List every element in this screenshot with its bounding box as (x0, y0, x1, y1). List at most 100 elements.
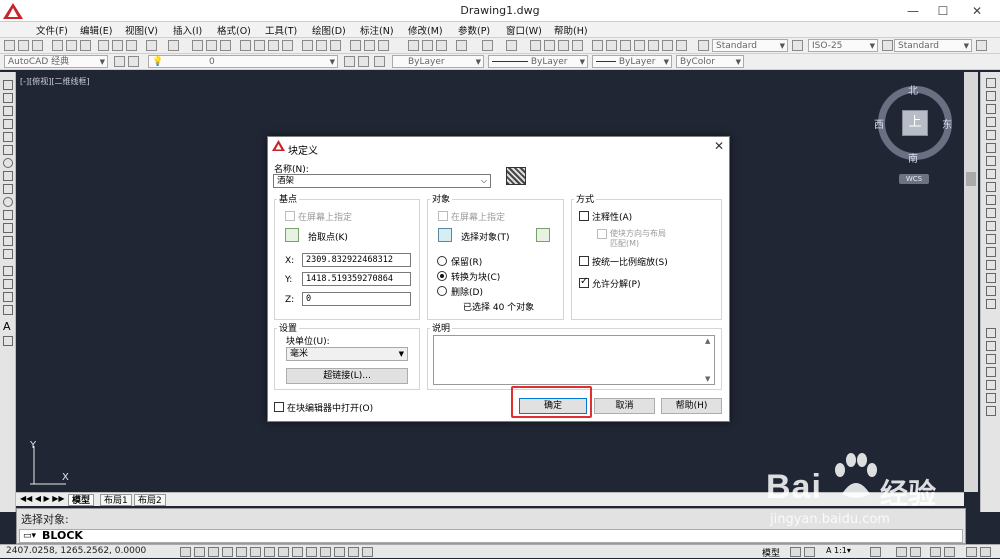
publish-icon[interactable] (80, 40, 91, 51)
layer-previous-icon[interactable] (358, 56, 369, 67)
plotstyle-select[interactable]: ByColor ▼ (676, 55, 744, 68)
extend-icon[interactable] (986, 208, 996, 218)
selection-cycling-icon[interactable] (362, 547, 373, 557)
tab-nav-arrows[interactable]: ◀◀ ◀ ▶ ▶▶ (20, 494, 65, 503)
undo-icon[interactable] (146, 40, 157, 51)
sheet-set-icon[interactable] (634, 40, 645, 51)
point-icon[interactable] (3, 249, 13, 259)
undo-icon-2[interactable] (482, 40, 493, 51)
snap-icon[interactable] (194, 547, 205, 557)
explode-icon[interactable] (986, 299, 996, 309)
move-icon[interactable] (986, 143, 996, 153)
zoom-icon[interactable] (206, 40, 217, 51)
layer-manager-icon[interactable] (128, 56, 139, 67)
pan-icon-2[interactable] (530, 40, 541, 51)
minimize-button[interactable]: — (898, 0, 928, 22)
3dosnap-icon[interactable] (264, 547, 275, 557)
gradient-icon[interactable] (3, 279, 13, 289)
lineweight-icon[interactable] (320, 547, 331, 557)
workspace-select[interactable]: AutoCAD 经典 ▼ (4, 55, 108, 68)
infer-constraints-icon[interactable] (180, 547, 191, 557)
text-front-icon[interactable] (986, 393, 996, 403)
offset-icon[interactable] (986, 117, 996, 127)
copy-object-icon[interactable] (986, 91, 996, 101)
open-icon[interactable] (18, 40, 29, 51)
table-style-select[interactable]: Standard ▼ (894, 39, 972, 52)
multileader-style-icon[interactable] (976, 40, 987, 51)
erase-icon[interactable] (986, 78, 996, 88)
array-icon[interactable] (986, 130, 996, 140)
copy-icon-2[interactable] (422, 40, 433, 51)
print-icon-2[interactable] (350, 40, 361, 51)
rectangle-icon[interactable] (3, 132, 13, 142)
open-in-editor-checkbox[interactable] (274, 402, 284, 412)
scale-uniformly-checkbox[interactable] (579, 256, 589, 266)
help-icon[interactable] (282, 40, 293, 51)
help-icon-2[interactable] (676, 40, 687, 51)
quick-view-drawings-icon[interactable] (804, 547, 815, 557)
new-icon-2[interactable] (302, 40, 313, 51)
block-name-combobox[interactable]: 酒架 ⌵ (273, 174, 491, 188)
clean-screen-icon[interactable] (980, 547, 991, 557)
polar-icon[interactable] (236, 547, 247, 557)
text-style-icon[interactable] (698, 40, 709, 51)
mirror-icon[interactable] (986, 104, 996, 114)
menu-edit[interactable]: 编辑(E) (80, 23, 112, 37)
mtext-icon[interactable]: A (3, 320, 11, 333)
design-center-icon[interactable] (254, 40, 265, 51)
maximize-button[interactable]: ☐ (928, 0, 958, 22)
tab-model[interactable]: 模型 (68, 494, 95, 506)
help-button[interactable]: 帮助(H) (661, 398, 722, 414)
design-center-icon-2[interactable] (606, 40, 617, 51)
preview-icon-2[interactable] (364, 40, 375, 51)
blend-icon[interactable] (986, 286, 996, 296)
select-objects-button[interactable]: 选择对象(T) (461, 230, 510, 243)
table-icon[interactable] (3, 305, 13, 315)
viewport-controls-label[interactable]: [-][俯视][二维线框] (20, 76, 90, 87)
y-field[interactable]: 1418.519359270864 (302, 272, 411, 286)
menu-draw[interactable]: 绘图(D) (312, 23, 346, 37)
workspace-switch-icon[interactable] (896, 547, 907, 557)
block-unit-select[interactable]: 毫米 ▼ (286, 347, 408, 361)
menu-file[interactable]: 文件(F) (36, 23, 68, 37)
vertical-scrollbar[interactable] (964, 72, 978, 492)
hardware-accel-icon[interactable] (930, 547, 941, 557)
ortho-icon[interactable] (222, 547, 233, 557)
send-under-icon[interactable] (986, 380, 996, 390)
x-field[interactable]: 2309.832922468312 (302, 253, 411, 267)
viewcube-ring[interactable]: 上 (878, 86, 952, 160)
grid-icon[interactable] (208, 547, 219, 557)
zoom-window-icon-2[interactable] (558, 40, 569, 51)
ellipse-arc-icon[interactable] (3, 210, 13, 220)
annotative-checkbox[interactable] (579, 211, 589, 221)
quick-view-layouts-icon[interactable] (790, 547, 801, 557)
linetype-select[interactable]: ByLayer ▼ (488, 55, 588, 68)
print-icon[interactable] (52, 40, 63, 51)
model-space-label[interactable]: 模型 (762, 546, 780, 559)
bring-above-icon[interactable] (986, 367, 996, 377)
draworder-front-icon[interactable] (986, 341, 996, 351)
add-selected-icon[interactable] (3, 336, 13, 346)
scroll-up-icon[interactable]: ▲ (705, 337, 710, 345)
arc-icon[interactable] (3, 145, 13, 155)
annotation-visibility-icon[interactable] (870, 547, 881, 557)
match-orientation-checkbox[interactable] (597, 229, 607, 239)
compass-south[interactable]: 南 (908, 150, 918, 165)
delete-radio[interactable] (437, 286, 447, 296)
z-field[interactable]: 0 (302, 292, 411, 306)
match-prop-icon[interactable] (456, 40, 467, 51)
paste-icon-2[interactable] (436, 40, 447, 51)
preview-icon[interactable] (66, 40, 77, 51)
chamfer-icon[interactable] (986, 260, 996, 270)
hatch-icon[interactable] (3, 266, 13, 276)
pick-point-button[interactable]: 拾取点(K) (308, 230, 348, 243)
menu-modify[interactable]: 修改(M) (408, 23, 443, 37)
layer-state-icon[interactable] (374, 56, 385, 67)
workspace-settings-icon[interactable] (114, 56, 125, 67)
text-style-select[interactable]: Standard ▼ (712, 39, 788, 52)
pan-icon[interactable] (192, 40, 203, 51)
menu-view[interactable]: 视图(V) (125, 23, 158, 37)
stretch-icon[interactable] (986, 182, 996, 192)
properties-icon[interactable] (240, 40, 251, 51)
otrack-icon[interactable] (278, 547, 289, 557)
